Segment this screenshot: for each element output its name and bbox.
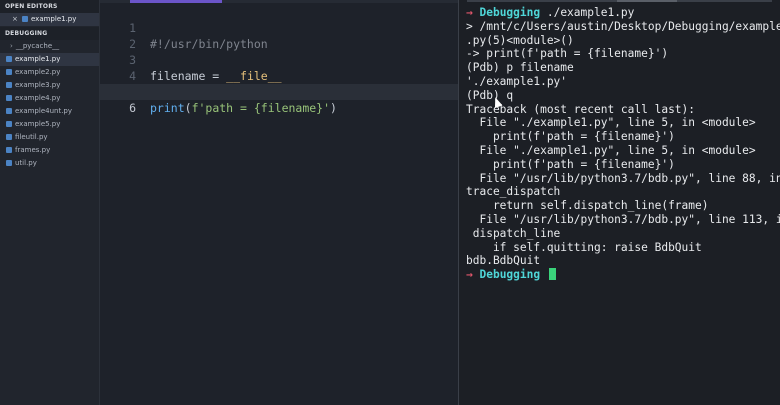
code-line[interactable]: 2	[100, 20, 458, 51]
tree-item-label: util.py	[15, 159, 37, 167]
prompt-arrow-icon: →	[466, 268, 480, 282]
python-file-icon	[6, 55, 12, 62]
terminal-panel[interactable]: → Debugging ./example1.py > /mnt/c/Users/…	[458, 0, 780, 405]
code-line[interactable]: 1 #!/usr/bin/python	[100, 4, 458, 51]
terminal-line: -> print(f'path = {filename}')	[466, 47, 669, 61]
tree-item-example4[interactable]: example4.py	[0, 92, 99, 105]
terminal-line: if self.quitting: raise BdbQuit	[466, 240, 702, 254]
terminal-line: .py(5)<module>()	[466, 33, 574, 47]
python-file-icon	[6, 94, 12, 101]
python-file-icon	[6, 68, 12, 75]
tree-item-label: example1.py	[15, 55, 61, 63]
prompt-command: ./example1.py	[540, 6, 635, 19]
tree-item-label: example2.py	[15, 68, 61, 76]
open-editor-example1[interactable]: × example1.py	[0, 13, 99, 26]
tree-item-label: frames.py	[15, 146, 51, 154]
prompt-directory: Debugging	[479, 6, 541, 19]
tree-item-example1[interactable]: example1.py	[0, 53, 99, 66]
terminal-line: bdb.BdbQuit	[466, 254, 541, 268]
terminal-prompt-line: → Debugging ./example1.py	[466, 6, 634, 20]
code-editor[interactable]: 1 #!/usr/bin/python 2 3 filename = __fil…	[100, 0, 458, 405]
active-tab-indicator[interactable]	[130, 0, 222, 3]
tree-item-frames[interactable]: frames.py	[0, 144, 99, 157]
terminal-scrollbar[interactable]	[467, 0, 772, 2]
tree-item-label: fileutil.py	[15, 133, 48, 141]
line-number: 6	[129, 101, 136, 115]
python-file-icon	[22, 15, 28, 22]
tree-item-example4unt[interactable]: example4unt.py	[0, 105, 99, 118]
code-text: print(f'path = {filename}')	[150, 101, 337, 115]
explorer-sidebar: OPEN EDITORS × example1.py DEBUGGING › __…	[0, 0, 100, 405]
terminal-line: return self.dispatch_line(frame)	[466, 199, 709, 213]
python-file-icon	[6, 133, 12, 140]
terminal-line: print(f'path = {filename}')	[466, 157, 675, 171]
terminal-line: File "/usr/lib/python3.7/bdb.py", line 8…	[466, 171, 780, 185]
close-icon[interactable]: ×	[12, 13, 18, 26]
prompt-arrow-icon: →	[466, 6, 480, 19]
tree-item-label: example3.py	[15, 81, 61, 89]
python-file-icon	[6, 120, 12, 127]
python-file-icon	[6, 146, 12, 153]
open-editors-header[interactable]: OPEN EDITORS	[0, 0, 99, 13]
code-line[interactable]: 5 print(f'path = {filename}')	[100, 68, 458, 115]
tree-item-fileutil[interactable]: fileutil.py	[0, 131, 99, 144]
tree-item-example5[interactable]: example5.py	[0, 118, 99, 131]
terminal-line: print(f'path = {filename}')	[466, 130, 675, 144]
terminal-line: (Pdb) q	[466, 88, 514, 102]
terminal-line: > /mnt/c/Users/austin/Desktop/Debugging/…	[466, 19, 780, 33]
terminal-line: trace_dispatch	[466, 185, 561, 199]
chevron-right-icon: ›	[10, 42, 13, 50]
tree-item-example3[interactable]: example3.py	[0, 79, 99, 92]
tree-item-label: __pycache__	[15, 42, 60, 50]
tree-item-pycache[interactable]: › __pycache__	[0, 40, 99, 53]
terminal-line: File "/usr/lib/python3.7/bdb.py", line 1…	[466, 213, 780, 226]
tree-item-util[interactable]: util.py	[0, 157, 99, 170]
open-editor-label: example1.py	[31, 15, 77, 23]
terminal-line: './example1.py'	[466, 75, 568, 88]
folder-header-debugging[interactable]: DEBUGGING	[0, 27, 99, 40]
terminal-line: File "./example1.py", line 5, in <module…	[466, 116, 756, 130]
tree-item-label: example4.py	[15, 94, 61, 102]
python-file-icon	[6, 159, 12, 166]
code-line[interactable]: 3 filename = __file__	[100, 36, 458, 83]
terminal-cursor	[548, 268, 556, 281]
tree-item-label: example5.py	[15, 120, 61, 128]
current-code-line[interactable]: 6	[100, 84, 458, 115]
python-file-icon	[6, 107, 12, 114]
tree-item-label: example4unt.py	[15, 107, 73, 115]
terminal-line: File "./example1.py", line 5, in <module…	[466, 144, 756, 157]
python-file-icon	[6, 81, 12, 88]
tree-item-example2[interactable]: example2.py	[0, 66, 99, 79]
terminal-line: (Pdb) p filename	[466, 61, 574, 75]
prompt-directory: Debugging	[479, 268, 541, 282]
code-line[interactable]: 4 import pdb; pdb.set_trace()	[100, 52, 458, 99]
terminal-line: dispatch_line	[466, 226, 561, 240]
terminal-prompt-line: → Debugging	[466, 268, 556, 282]
